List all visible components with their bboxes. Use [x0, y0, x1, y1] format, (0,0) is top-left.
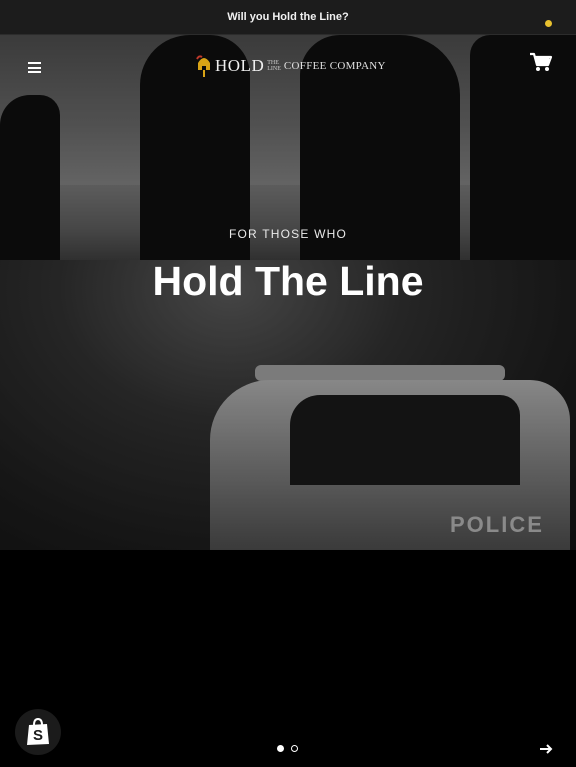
logo-line-text: LINE: [267, 66, 281, 72]
site-header: HOLD THE LINE COFFEE COMPANY: [0, 35, 576, 95]
hero-headline: Hold The Line: [152, 258, 424, 304]
arrow-right-icon[interactable]: [539, 743, 553, 755]
spartan-helmet-icon: [196, 55, 210, 77]
logo-the-line: THE LINE: [267, 60, 281, 72]
slide-dot-2[interactable]: [291, 745, 298, 752]
cart-badge: [545, 20, 552, 27]
logo-company-text: COFFEE COMPANY: [283, 60, 386, 72]
svg-text:S: S: [33, 727, 43, 744]
shopify-bag-icon: S: [27, 718, 49, 745]
shopify-chat-button[interactable]: S: [15, 709, 61, 755]
announcement-bar[interactable]: Will you Hold the Line?: [0, 0, 576, 35]
slideshow-dots: [277, 745, 298, 752]
hamburger-menu-icon[interactable]: [28, 62, 41, 73]
announcement-text: Will you Hold the Line?: [227, 11, 349, 23]
site-logo[interactable]: HOLD THE LINE COFFEE COMPANY: [196, 52, 386, 80]
slide-dot-1[interactable]: [277, 745, 284, 752]
police-car-text: POLICE: [450, 512, 544, 537]
shopping-cart-icon[interactable]: [529, 51, 553, 73]
hero-eyebrow: FOR THOSE WHO: [228, 227, 348, 241]
logo-hold-text: HOLD: [215, 56, 265, 75]
